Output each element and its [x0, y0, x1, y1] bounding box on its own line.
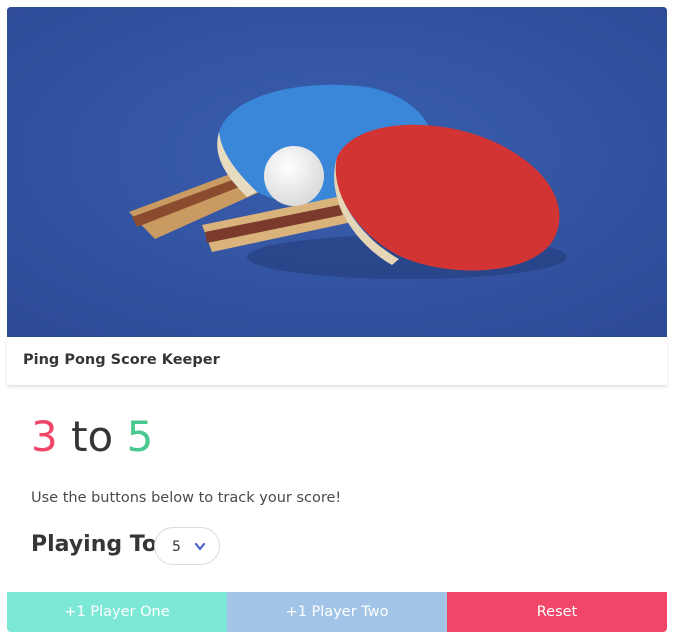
- chevron-down-icon: [193, 540, 207, 552]
- winning-score-value: 5: [172, 539, 181, 555]
- score-separator: to: [71, 412, 114, 461]
- playing-to-label: Playing To: [31, 532, 157, 557]
- ping-pong-paddles-image: [7, 7, 667, 337]
- reset-button[interactable]: Reset: [447, 592, 667, 632]
- player-two-score: 5: [126, 412, 154, 461]
- instructions-text: Use the buttons below to track your scor…: [31, 490, 342, 506]
- card-title: Ping Pong Score Keeper: [23, 352, 220, 368]
- player-two-plus-button[interactable]: +1 Player Two: [227, 592, 447, 632]
- score-display: 3 to 5: [31, 412, 153, 462]
- player-one-score: 3: [31, 412, 58, 461]
- card-header: Ping Pong Score Keeper: [7, 337, 667, 385]
- player-one-plus-button[interactable]: +1 Player One: [7, 592, 227, 632]
- winning-score-select[interactable]: 5: [154, 527, 220, 565]
- score-keeper-card: Ping Pong Score Keeper 3 to 5 Use the bu…: [7, 7, 667, 632]
